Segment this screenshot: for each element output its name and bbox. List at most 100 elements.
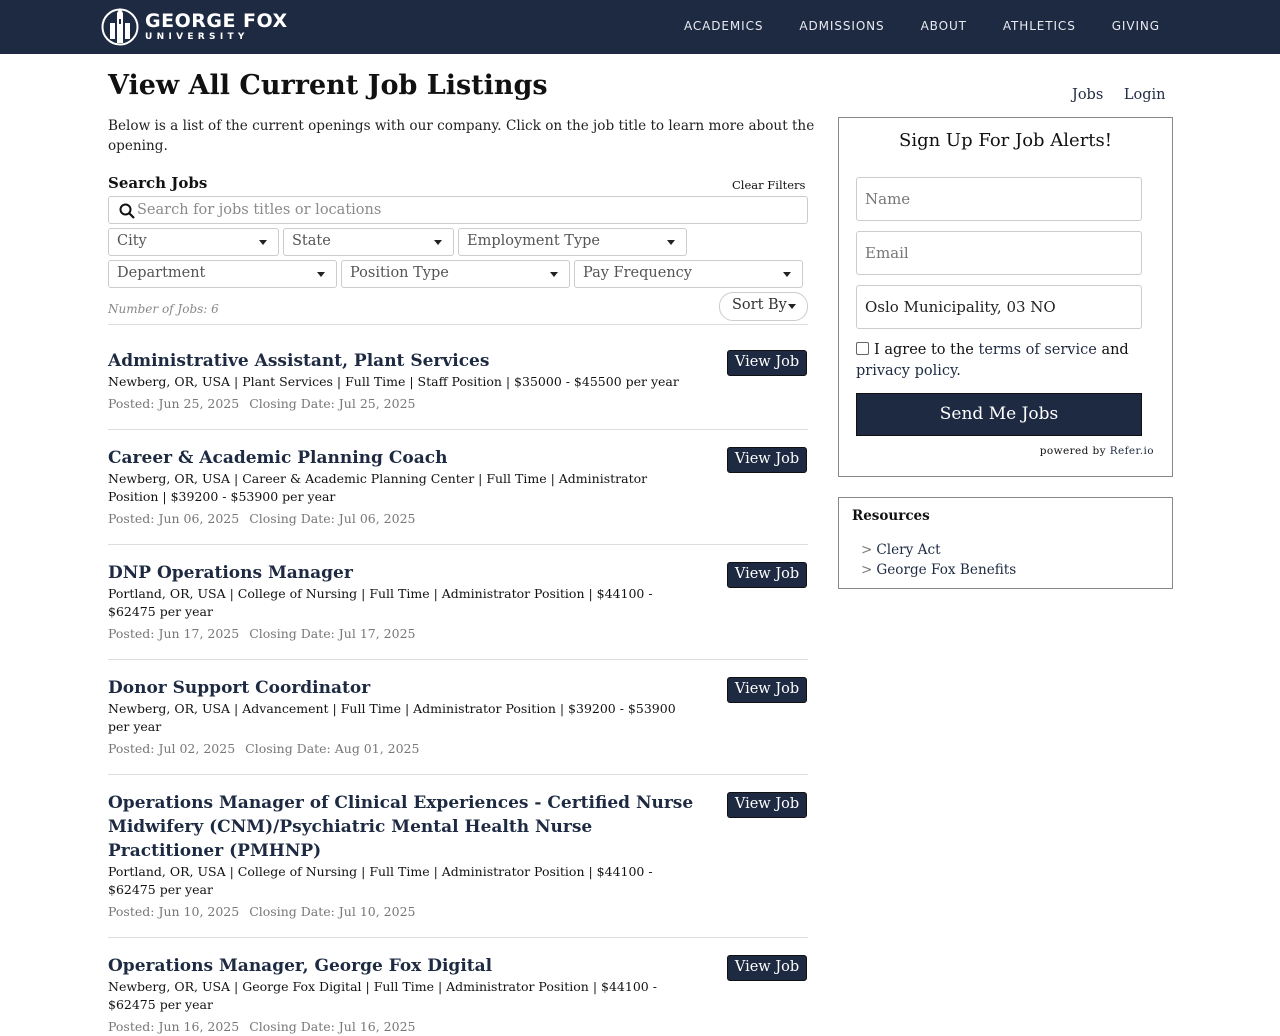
filter-position-type-label: Position Type xyxy=(350,265,449,281)
filter-employment-type[interactable]: Employment Type xyxy=(458,228,687,256)
university-logo[interactable]: GEORGE FOX UNIVERSITY xyxy=(101,7,288,47)
signup-title: Sign Up For Job Alerts! xyxy=(898,130,1113,151)
nav-giving[interactable]: GIVING xyxy=(1112,19,1160,33)
filter-city[interactable]: City xyxy=(108,228,279,256)
chevron-right-icon: > xyxy=(861,542,873,558)
job-title-link[interactable]: Donor Support Coordinator xyxy=(108,676,698,700)
job-dates: Posted: Jun 10, 2025 Closing Date: Jul 1… xyxy=(108,903,808,921)
login-link[interactable]: Login xyxy=(1124,87,1166,103)
resource-link-clery-act[interactable]: > Clery Act xyxy=(861,542,941,558)
job-posted-date: Posted: Jul 02, 2025 xyxy=(108,741,236,756)
job-posted-date: Posted: Jun 17, 2025 xyxy=(108,626,240,641)
name-field[interactable] xyxy=(856,177,1142,221)
job-closing-date: Closing Date: Jul 16, 2025 xyxy=(249,1019,416,1034)
agree-terms: I agree to the terms of service and priv… xyxy=(856,340,1156,382)
job-listing: Donor Support Coordinator Newberg, OR, U… xyxy=(108,676,808,758)
job-meta: Portland, OR, USA | College of Nursing |… xyxy=(108,586,653,619)
filter-department[interactable]: Department xyxy=(108,260,337,288)
nav-athletics[interactable]: ATHLETICS xyxy=(1003,19,1076,33)
job-meta: Newberg, OR, USA | Advancement | Full Ti… xyxy=(108,701,676,734)
view-job-button[interactable]: View Job xyxy=(727,955,807,981)
view-job-button[interactable]: View Job xyxy=(727,447,807,473)
job-listing: DNP Operations Manager Portland, OR, USA… xyxy=(108,561,808,643)
resources-panel: Resources > Clery Act > George Fox Benefit… xyxy=(838,497,1173,589)
nav-academics[interactable]: ACADEMICS xyxy=(684,19,763,33)
location-field[interactable] xyxy=(856,285,1142,329)
chevron-right-icon: > xyxy=(861,562,873,578)
job-posted-date: Posted: Jun 06, 2025 xyxy=(108,511,240,526)
filter-state-label: State xyxy=(292,233,331,249)
chevron-down-icon xyxy=(783,272,791,277)
filter-state[interactable]: State xyxy=(283,228,454,256)
filter-position-type[interactable]: Position Type xyxy=(341,260,570,288)
search-jobs-label: Search Jobs xyxy=(108,174,208,192)
job-title-link[interactable]: DNP Operations Manager xyxy=(108,561,698,585)
resource-link-label: George Fox Benefits xyxy=(876,562,1017,578)
powered-by: powered by Refer.io xyxy=(1040,445,1154,457)
job-count: Number of Jobs: 6 xyxy=(108,302,219,316)
nav-about[interactable]: ABOUT xyxy=(921,19,967,33)
job-closing-date: Closing Date: Jul 06, 2025 xyxy=(249,511,416,526)
job-dates: Posted: Jun 25, 2025 Closing Date: Jul 2… xyxy=(108,395,808,413)
job-alert-signup-panel: Sign Up For Job Alerts! I agree to the t… xyxy=(838,117,1173,477)
search-icon xyxy=(119,203,135,223)
job-listing: Administrative Assistant, Plant Services… xyxy=(108,349,808,413)
logo-subtitle: UNIVERSITY xyxy=(145,32,249,42)
sort-by-label: Sort By xyxy=(732,297,787,313)
divider xyxy=(108,774,808,775)
job-listing: Operations Manager of Clinical Experienc… xyxy=(108,791,808,921)
chevron-down-icon xyxy=(317,272,325,277)
email-field[interactable] xyxy=(856,231,1142,275)
chevron-down-icon xyxy=(667,240,675,245)
job-title-link[interactable]: Career & Academic Planning Coach xyxy=(108,446,698,470)
job-closing-date: Closing Date: Aug 01, 2025 xyxy=(245,741,420,756)
agree-checkbox[interactable] xyxy=(856,342,869,355)
resources-title: Resources xyxy=(852,508,930,524)
resource-link-label: Clery Act xyxy=(876,542,941,558)
sort-by-button[interactable]: Sort By xyxy=(719,292,808,321)
logo-name: GEORGE FOX xyxy=(145,10,288,32)
job-title-link[interactable]: Operations Manager, George Fox Digital xyxy=(108,954,698,978)
job-posted-date: Posted: Jun 16, 2025 xyxy=(108,1019,240,1034)
resource-link-benefits[interactable]: > George Fox Benefits xyxy=(861,562,1016,578)
divider xyxy=(108,544,808,545)
refer-io-link[interactable]: Refer.io xyxy=(1110,445,1154,457)
job-dates: Posted: Jun 17, 2025 Closing Date: Jul 1… xyxy=(108,625,808,643)
logo-emblem-icon xyxy=(101,8,139,46)
view-job-button[interactable]: View Job xyxy=(727,677,807,703)
nav-admissions[interactable]: ADMISSIONS xyxy=(799,19,884,33)
divider xyxy=(108,429,808,430)
job-title-link[interactable]: Operations Manager of Clinical Experienc… xyxy=(108,791,698,863)
agree-and: and xyxy=(1101,342,1129,358)
chevron-down-icon xyxy=(550,272,558,277)
chevron-down-icon xyxy=(788,304,796,309)
terms-of-service-link[interactable]: terms of service xyxy=(979,342,1097,358)
privacy-policy-link[interactable]: privacy policy. xyxy=(856,363,961,379)
job-closing-date: Closing Date: Jul 10, 2025 xyxy=(249,904,416,919)
clear-filters-link[interactable]: Clear Filters xyxy=(732,178,805,192)
filter-department-label: Department xyxy=(117,265,206,281)
page-title: View All Current Job Listings xyxy=(108,70,548,101)
account-links: Jobs Login xyxy=(1072,87,1182,103)
agree-prefix: I agree to the xyxy=(874,342,974,358)
job-meta: Newberg, OR, USA | George Fox Digital | … xyxy=(108,979,657,1012)
chevron-down-icon xyxy=(259,240,267,245)
divider xyxy=(108,324,808,325)
divider xyxy=(108,659,808,660)
filter-pay-frequency[interactable]: Pay Frequency xyxy=(574,260,803,288)
job-meta: Portland, OR, USA | College of Nursing |… xyxy=(108,864,653,897)
jobs-link[interactable]: Jobs xyxy=(1072,87,1103,103)
job-listing: Career & Academic Planning Coach Newberg… xyxy=(108,446,808,528)
job-dates: Posted: Jul 02, 2025 Closing Date: Aug 0… xyxy=(108,740,808,758)
search-input[interactable] xyxy=(137,198,797,222)
job-meta: Newberg, OR, USA | Career & Academic Pla… xyxy=(108,471,648,504)
intro-text: Below is a list of the current openings … xyxy=(108,118,815,154)
view-job-button[interactable]: View Job xyxy=(727,562,807,588)
job-title-link[interactable]: Administrative Assistant, Plant Services xyxy=(108,349,698,373)
search-box xyxy=(108,196,808,224)
logo-wordmark: GEORGE FOX UNIVERSITY xyxy=(145,12,288,42)
view-job-button[interactable]: View Job xyxy=(727,350,807,376)
job-posted-date: Posted: Jun 10, 2025 xyxy=(108,904,240,919)
view-job-button[interactable]: View Job xyxy=(727,792,807,818)
send-me-jobs-button[interactable]: Send Me Jobs xyxy=(856,393,1142,436)
